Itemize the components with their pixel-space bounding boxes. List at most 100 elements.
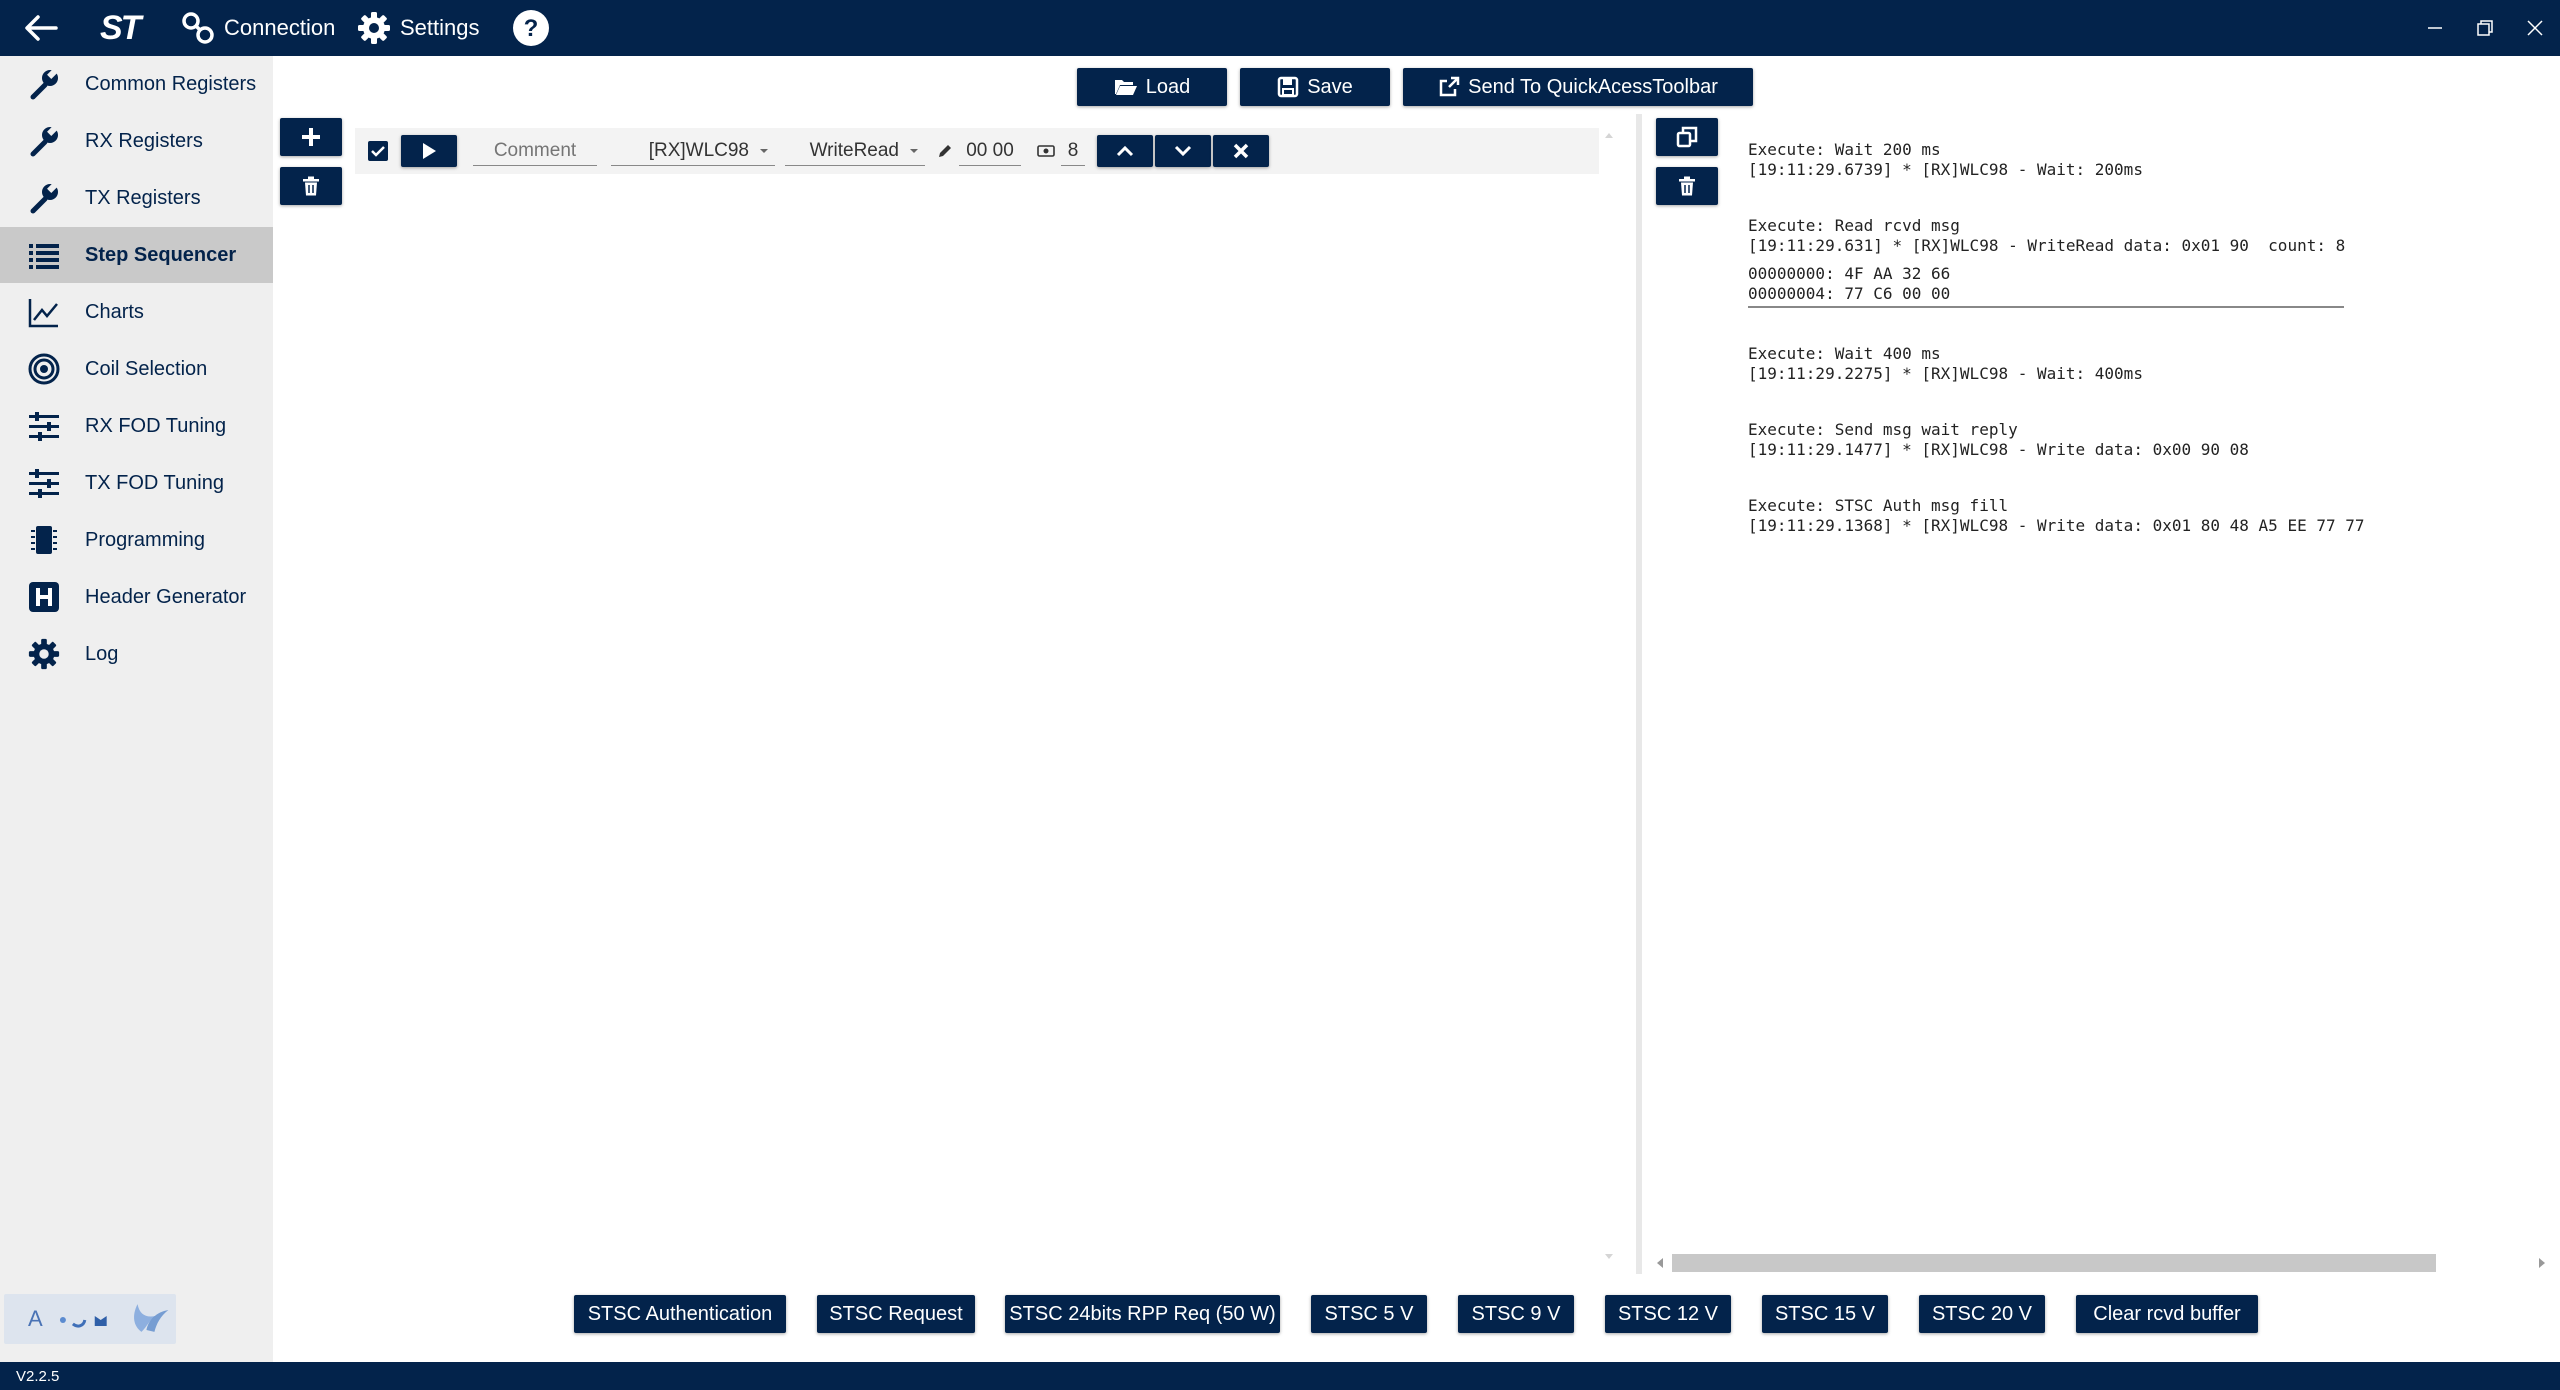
scroll-right-arrow-icon[interactable] — [2536, 1256, 2548, 1270]
operation-select[interactable]: WriteRead — [785, 128, 925, 174]
move-step-up-button[interactable] — [1097, 135, 1153, 167]
stsc-5v-button[interactable]: STSC 5 V — [1311, 1295, 1427, 1333]
help-button[interactable]: ? — [512, 0, 550, 56]
st-logo: ST — [100, 0, 141, 56]
checkbox-checked-icon — [368, 141, 388, 161]
sidebar-item-label: Log — [85, 642, 119, 665]
move-step-down-button[interactable] — [1155, 135, 1211, 167]
button-label: STSC 12 V — [1617, 1302, 1719, 1325]
button-label: STSC 20 V — [1931, 1302, 2033, 1325]
sidebar-item-log[interactable]: Log — [0, 626, 273, 682]
title-bar: ST Connection Settings ? — [0, 0, 2560, 56]
log-hex-dump: 00000000: 4F AA 32 66 00000004: 77 C6 00… — [1748, 264, 2344, 308]
stsc-15v-button[interactable]: STSC 15 V — [1762, 1295, 1888, 1333]
sidebar-item-tx-registers[interactable]: TX Registers — [0, 170, 273, 226]
restore-button[interactable] — [2460, 0, 2510, 56]
play-icon — [423, 143, 436, 159]
stsc-request-button[interactable]: STSC Request — [817, 1295, 975, 1333]
connection-label: Connection — [224, 15, 336, 40]
chevron-down-icon — [910, 148, 918, 153]
sidebar-item-label: Programming — [85, 528, 206, 551]
data-input[interactable]: 00 00 — [959, 128, 1021, 174]
device-select[interactable]: [RX]WLC98 — [611, 128, 775, 174]
wrench-icon — [26, 66, 62, 102]
scrollbar-thumb[interactable] — [1672, 1254, 2436, 1272]
log-entry: Execute: Send msg wait reply [19:11:29.1… — [1748, 420, 2528, 460]
sidebar-item-rx-fod-tuning[interactable]: RX FOD Tuning — [0, 398, 273, 454]
stsc-20v-button[interactable]: STSC 20 V — [1919, 1295, 2045, 1333]
sidebar-item-step-sequencer[interactable]: Step Sequencer — [0, 227, 273, 283]
stsc-9v-button[interactable]: STSC 9 V — [1458, 1295, 1574, 1333]
scroll-left-arrow-icon[interactable] — [1654, 1256, 1666, 1270]
sidebar-item-common-registers[interactable]: Common Registers — [0, 56, 273, 112]
back-arrow-icon — [25, 15, 58, 41]
stsc-authentication-button[interactable]: STSC Authentication — [574, 1295, 786, 1333]
button-label: STSC Authentication — [587, 1302, 773, 1325]
copy-log-button[interactable] — [1656, 118, 1718, 156]
settings-button[interactable]: Settings — [356, 0, 480, 56]
sidebar-item-rx-registers[interactable]: RX Registers — [0, 113, 273, 169]
close-icon — [2527, 20, 2543, 36]
sidebar-item-programming[interactable]: Programming — [0, 512, 273, 568]
add-step-button[interactable] — [280, 118, 342, 156]
send-label: Send To QuickAcessToolbar — [1468, 75, 1718, 98]
sidebar-item-label: Header Generator — [85, 585, 247, 608]
data-input-value: 00 00 — [966, 139, 1014, 161]
data-edit-icon-wrap — [937, 128, 953, 174]
button-label: STSC 24bits RPP Req (50 W) — [1009, 1302, 1276, 1325]
log-line: Execute: Wait 400 ms — [1748, 344, 1941, 363]
log-line: [19:11:29.2275] * [RX]WLC98 - Wait: 400m… — [1748, 364, 2143, 383]
clear-rcvd-buffer-button[interactable]: Clear rcvd buffer — [2076, 1295, 2258, 1333]
save-button[interactable]: Save — [1240, 68, 1390, 106]
svg-text:?: ? — [524, 15, 539, 42]
copy-icon — [1676, 126, 1698, 148]
header-h-icon — [26, 579, 62, 615]
log-line: [19:11:29.1477] * [RX]WLC98 - Write data… — [1748, 440, 2249, 459]
log-line: [19:11:29.1368] * [RX]WLC98 - Write data… — [1748, 516, 2365, 535]
send-to-quickaccess-button[interactable]: Send To QuickAcessToolbar — [1403, 68, 1753, 106]
log-horizontal-scrollbar[interactable] — [1652, 1252, 2552, 1274]
help-icon: ? — [513, 10, 549, 46]
stsc-12v-button[interactable]: STSC 12 V — [1605, 1295, 1731, 1333]
back-button[interactable] — [20, 0, 60, 56]
close-window-button[interactable] — [2510, 0, 2560, 56]
panel-splitter[interactable] — [1636, 114, 1642, 1274]
step-enabled-checkbox[interactable] — [367, 128, 389, 174]
connection-button[interactable]: Connection — [180, 0, 335, 56]
stsc-24bits-rpp-req-button[interactable]: STSC 24bits RPP Req (50 W) — [1005, 1295, 1280, 1333]
sidebar-item-label: Charts — [85, 300, 144, 323]
minimize-button[interactable] — [2410, 0, 2460, 56]
log-line: Execute: Send msg wait reply — [1748, 420, 2018, 439]
delete-step-button[interactable] — [1213, 135, 1269, 167]
trash-icon — [1679, 176, 1695, 196]
sliders-icon — [26, 408, 62, 444]
st-logo-text: ST — [100, 8, 141, 47]
plus-icon — [302, 128, 320, 146]
sidebar-item-header-generator[interactable]: Header Generator — [0, 569, 273, 625]
list-icon — [26, 237, 62, 273]
delete-all-steps-button[interactable] — [280, 167, 342, 205]
sidebar-item-coil-selection[interactable]: Coil Selection — [0, 341, 273, 397]
log-line: Execute: Wait 200 ms — [1748, 140, 1941, 159]
scroll-down-arrow-icon[interactable] — [1603, 1252, 1615, 1262]
sidebar-item-charts[interactable]: Charts — [0, 284, 273, 340]
count-icon-wrap — [1037, 128, 1055, 174]
settings-label: Settings — [400, 15, 480, 40]
trash-icon — [303, 176, 319, 196]
language-badge[interactable]: A — [4, 1294, 176, 1344]
sidebar-item-label: Coil Selection — [85, 357, 208, 380]
version-bar: V2.2.5 — [0, 1362, 2560, 1390]
coil-icon — [26, 351, 62, 387]
sidebar-item-tx-fod-tuning[interactable]: TX FOD Tuning — [0, 455, 273, 511]
link-icon — [182, 12, 214, 44]
load-button[interactable]: Load — [1077, 68, 1227, 106]
run-step-button[interactable] — [401, 135, 457, 167]
clear-log-button[interactable] — [1656, 167, 1718, 205]
scroll-up-arrow-icon[interactable] — [1603, 130, 1615, 140]
step-comment-input[interactable] — [473, 136, 597, 166]
count-input[interactable]: 8 — [1061, 128, 1085, 174]
chevron-down-icon — [1174, 145, 1192, 157]
pencil-icon — [939, 145, 951, 157]
sidebar-item-label: Common Registers — [85, 72, 257, 95]
chevron-up-icon — [1116, 145, 1134, 157]
